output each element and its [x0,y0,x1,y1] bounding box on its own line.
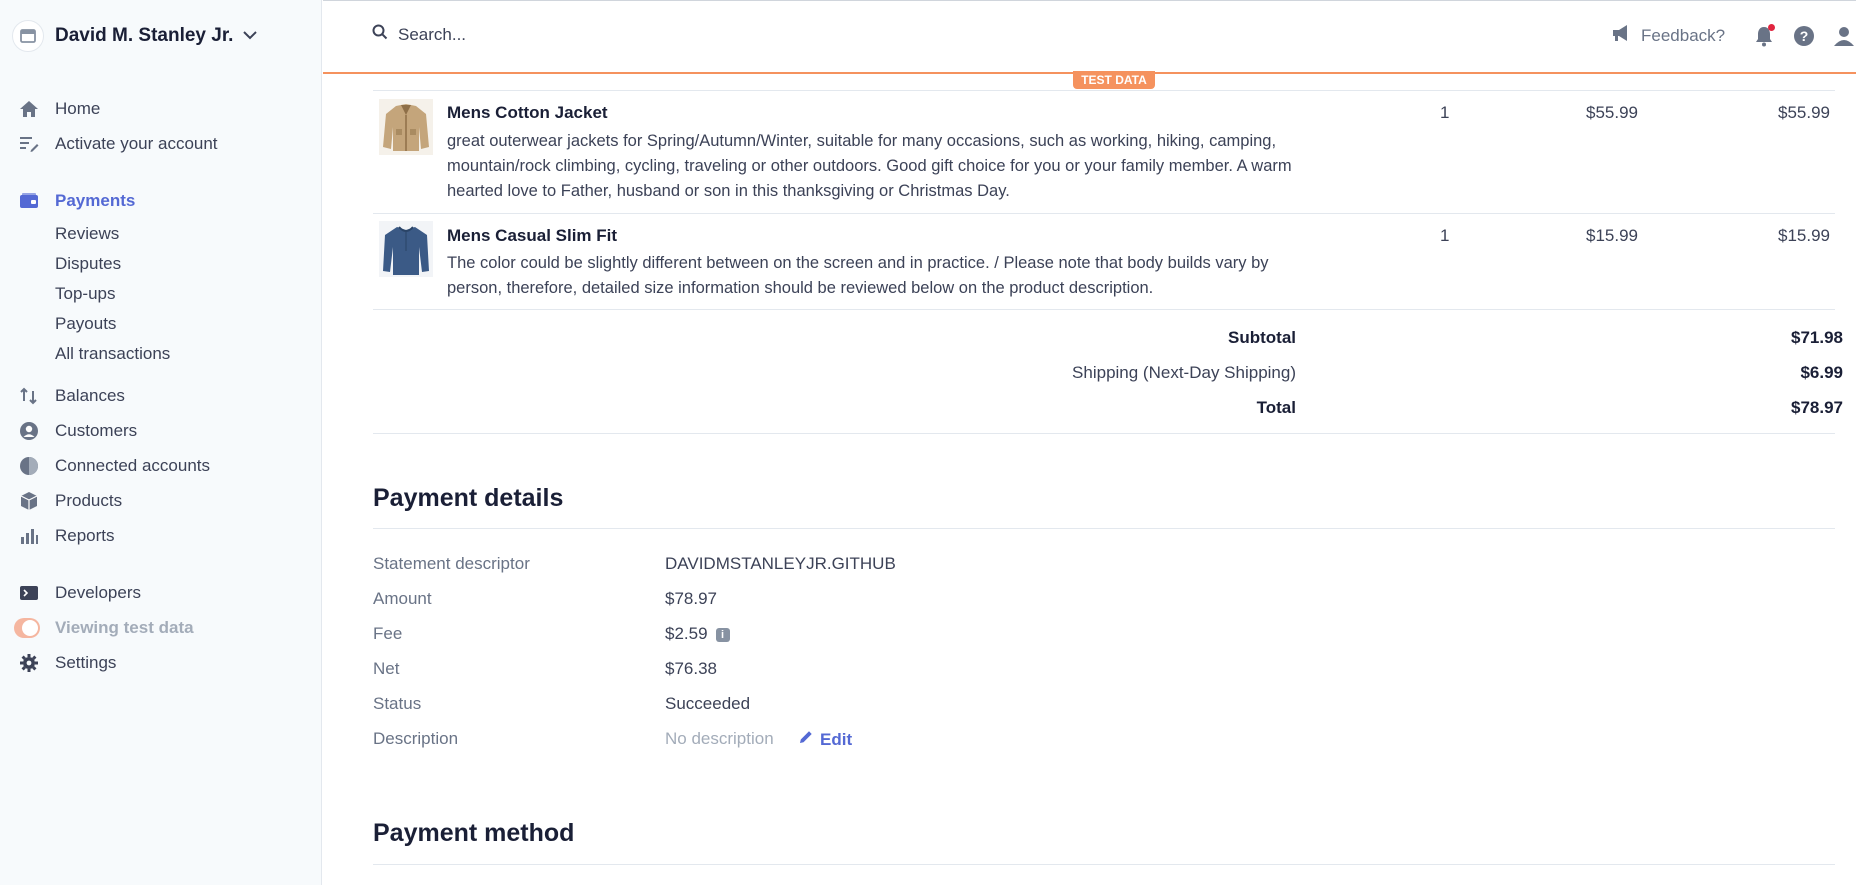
globe-icon [18,455,40,477]
item-unit-price: $15.99 [1586,226,1638,245]
payment-method-title: Payment method [373,819,575,847]
info-icon[interactable]: i [715,627,730,642]
notification-dot [1768,24,1775,31]
payments-icon [18,190,40,212]
sidebar-item-connected-accounts[interactable]: Connected accounts [18,453,210,479]
sidebar-item-label: Customers [55,421,138,440]
test-mode-toggle[interactable] [14,617,40,639]
item-name[interactable]: Mens Cotton Jacket [447,103,608,123]
item-amount: $55.99 [1778,103,1830,122]
divider [373,528,1835,529]
divider [373,433,1835,434]
box-icon [18,490,40,512]
sidebar: David M. Stanley Jr. Home Activate your … [0,0,322,885]
search-input[interactable]: Search... [372,24,466,45]
amount-value: $78.97 [665,589,717,608]
fee-value-wrap: $2.59 i [665,624,730,644]
description-value: No description [665,729,774,748]
detail-label: Statement descriptor [373,554,530,573]
detail-label: Amount [373,589,432,608]
sidebar-item-label: Balances [55,386,125,405]
detail-label: Status [373,694,422,713]
table-row: Mens Cotton Jacket great outerwear jacke… [373,90,1835,213]
terminal-icon [18,582,40,604]
net-value: $76.38 [665,659,717,678]
sidebar-item-label: Home [55,99,101,118]
home-icon [18,98,40,120]
item-amount: $15.99 [1778,226,1830,245]
statement-descriptor-value: DAVIDMSTANLEYJR.GITHUB [665,554,896,573]
table-row: Mens Casual Slim Fit The color could be … [373,213,1835,310]
account-name: David M. Stanley Jr. [55,25,234,46]
edit-list-icon [18,133,40,155]
subtotal-label: Subtotal [1228,328,1296,347]
sidebar-item-activate[interactable]: Activate your account [18,131,218,157]
sidebar-item-settings[interactable]: Settings [18,650,116,676]
total-value: $78.97 [1791,398,1843,417]
megaphone-icon [1611,24,1633,47]
item-name[interactable]: Mens Casual Slim Fit [447,226,617,246]
test-data-badge: TEST DATA [1073,71,1155,89]
sidebar-item-balances[interactable]: Balances [18,383,125,409]
item-unit-price: $55.99 [1586,103,1638,122]
sidebar-item-customers[interactable]: Customers [18,418,137,444]
sidebar-item-home[interactable]: Home [18,96,100,122]
item-quantity: 1 [1440,103,1450,122]
gear-icon [18,652,40,674]
user-circle-icon [18,420,40,442]
sidebar-item-products[interactable]: Products [18,488,122,514]
edit-description-button[interactable]: Edit [798,729,852,750]
sidebar-item-label: Settings [55,653,117,672]
sidebar-item-label: Viewing test data [55,618,194,637]
divider [373,864,1835,865]
detail-label: Net [373,659,400,678]
item-description: great outerwear jackets for Spring/Autum… [447,132,1292,200]
sidebar-item-label: Activate your account [55,134,218,153]
arrows-up-down-icon [18,385,40,407]
sidebar-item-label: Connected accounts [55,456,210,475]
user-profile-icon[interactable] [1832,24,1856,48]
sidebar-item-reports[interactable]: Reports [18,523,115,549]
jacket-thumbnail [379,99,433,155]
search-placeholder: Search... [398,24,467,44]
help-icon[interactable]: ? [1792,24,1816,48]
item-quantity: 1 [1440,226,1450,245]
divider [373,309,1835,310]
pencil-icon [798,729,814,750]
sidebar-subitem-disputes[interactable]: Disputes [55,254,121,274]
sidebar-subitem-topups[interactable]: Top-ups [55,284,115,304]
payment-details-title: Payment details [373,484,564,512]
status-value: Succeeded [665,694,751,713]
fee-value: $2.59 [665,624,708,643]
account-switcher[interactable]: David M. Stanley Jr. [12,20,258,52]
edit-label: Edit [820,729,853,749]
feedback-button[interactable]: Feedback? [1611,24,1725,47]
sidebar-subitem-reviews[interactable]: Reviews [55,224,119,244]
sweater-thumbnail [379,221,433,277]
sidebar-subitem-all-transactions[interactable]: All transactions [55,344,170,364]
search-icon [372,24,388,45]
sidebar-item-developers[interactable]: Developers [18,580,141,606]
sidebar-subitem-payouts[interactable]: Payouts [55,314,116,334]
chevron-down-icon [243,27,258,45]
store-icon [12,20,44,52]
feedback-label: Feedback? [1641,25,1726,45]
sidebar-item-label: Developers [55,583,141,602]
sidebar-item-label: Products [55,491,123,510]
shipping-label: Shipping (Next-Day Shipping) [1072,363,1296,382]
subtotal-value: $71.98 [1791,328,1843,347]
notifications-bell-icon[interactable] [1752,24,1776,48]
bar-chart-icon [18,525,40,547]
shipping-value: $6.99 [1800,363,1843,382]
detail-label: Fee [373,624,403,643]
svg-text:?: ? [1800,28,1809,44]
sidebar-item-label: Reports [55,526,115,545]
total-label: Total [1256,398,1296,417]
sidebar-item-viewing-test-data[interactable]: Viewing test data [14,615,194,641]
detail-label: Description [373,729,459,748]
sidebar-item-label: Payments [55,191,136,210]
item-description: The color could be slightly different be… [447,254,1269,297]
sidebar-item-payments[interactable]: Payments [18,188,135,214]
